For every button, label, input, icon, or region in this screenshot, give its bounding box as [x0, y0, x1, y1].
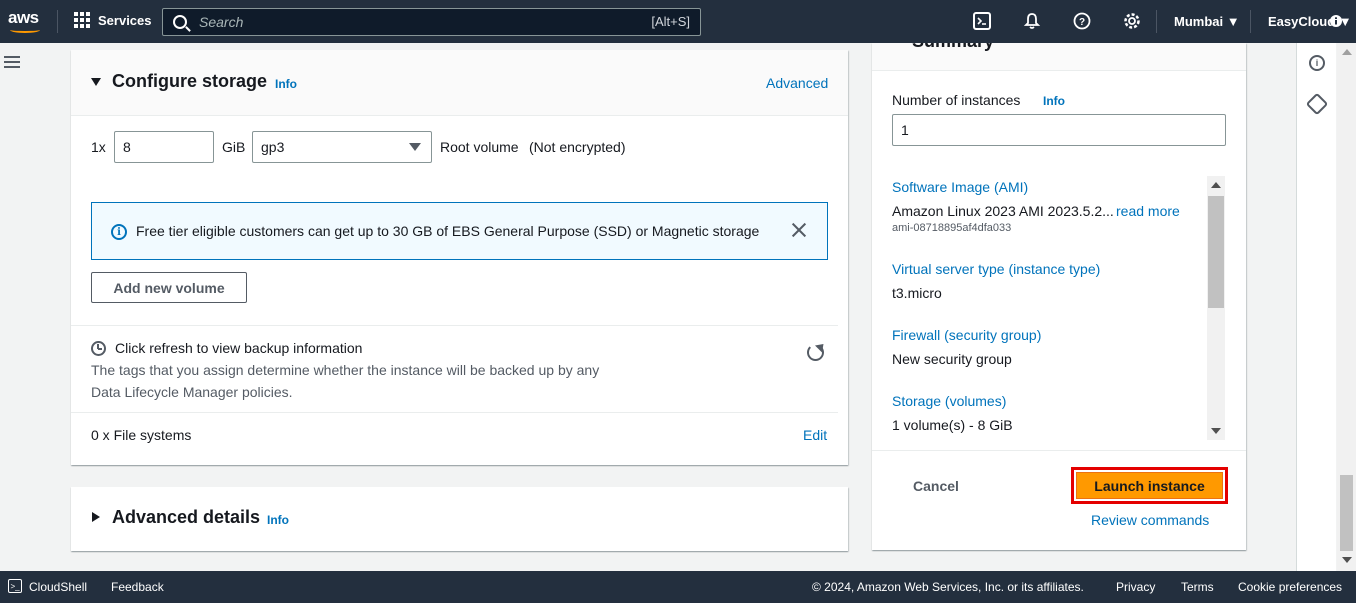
volume-type-value: gp3 [261, 139, 285, 155]
summary-scroll-thumb[interactable] [1208, 196, 1224, 308]
storage-info-link[interactable]: Info [275, 77, 297, 91]
copyright-text: © 2024, Amazon Web Services, Inc. or its… [812, 580, 1084, 594]
instance-type-link[interactable]: Virtual server type (instance type) [892, 261, 1100, 277]
section-divider [71, 412, 838, 413]
caret-down-icon[interactable] [91, 78, 101, 86]
aws-logo[interactable]: aws [8, 8, 44, 36]
advanced-link[interactable]: Advanced [766, 75, 828, 91]
aws-logo-text: aws [8, 8, 39, 27]
services-label: Services [98, 12, 152, 28]
number-of-instances-label: Number of instances [892, 92, 1021, 108]
scroll-up-icon[interactable] [1211, 182, 1221, 188]
cloudshell-icon[interactable]: >_ [8, 579, 22, 593]
cancel-button[interactable]: Cancel [913, 478, 959, 494]
configure-storage-panel: Configure storage Info Advanced 1x GiB g… [71, 50, 848, 465]
volume-size-input[interactable] [114, 131, 214, 163]
terms-link[interactable]: Terms [1181, 580, 1214, 594]
hexagon-icon[interactable] [1305, 92, 1329, 116]
nav-divider [1250, 10, 1251, 33]
close-icon[interactable] [790, 221, 808, 239]
menu-hamburger-icon[interactable] [4, 56, 20, 69]
firewall-value: New security group [892, 351, 1012, 367]
file-systems-count: 0 x File systems [91, 427, 192, 443]
notifications-bell-icon[interactable] [1023, 12, 1041, 30]
storage-volumes-value: 1 volume(s) - 8 GiB [892, 417, 1013, 433]
services-menu-button[interactable]: Services [74, 12, 152, 28]
free-tier-alert: i Free tier eligible customers can get u… [91, 202, 828, 260]
cloudshell-icon[interactable] [973, 12, 991, 30]
backup-info-title: Click refresh to view backup information [115, 340, 363, 356]
section-divider [71, 325, 838, 326]
configure-storage-header[interactable]: Configure storage Info Advanced [71, 50, 848, 116]
root-volume-label: Root volume [440, 139, 519, 155]
storage-volumes-link[interactable]: Storage (volumes) [892, 393, 1006, 409]
cookie-preferences-link[interactable]: Cookie preferences [1238, 580, 1342, 594]
size-unit-label: GiB [222, 139, 246, 155]
backup-info-desc-line2: Data Lifecycle Manager policies. [91, 384, 293, 400]
refresh-icon[interactable] [807, 344, 824, 361]
search-bar[interactable]: [Alt+S] [162, 8, 701, 36]
info-panel-icon[interactable] [1330, 12, 1342, 30]
software-image-link[interactable]: Software Image (AMI) [892, 179, 1028, 195]
configure-storage-title: Configure storage [112, 71, 268, 91]
svg-text:?: ? [1079, 17, 1085, 28]
search-icon [173, 15, 187, 29]
summary-title: Summary [912, 43, 994, 52]
scroll-up-icon[interactable] [1342, 49, 1352, 55]
number-of-instances-input[interactable] [892, 114, 1226, 146]
search-input[interactable] [199, 14, 639, 30]
info-circle-icon: i [111, 224, 127, 240]
aws-smile-icon [10, 27, 40, 33]
advanced-details-panel[interactable]: Advanced details Info [71, 487, 848, 551]
edit-file-systems-link[interactable]: Edit [803, 427, 827, 443]
region-selector[interactable]: Mumbai ▼ [1174, 14, 1240, 29]
feedback-link[interactable]: Feedback [111, 580, 164, 594]
encryption-status: (Not encrypted) [529, 139, 626, 155]
instance-type-value: t3.micro [892, 285, 942, 301]
alert-message: Free tier eligible customers can get up … [136, 223, 760, 239]
ami-id: ami-08718895af4dfa033 [892, 222, 1012, 234]
volume-multiplier: 1x [91, 139, 106, 155]
help-icon[interactable]: ? [1073, 12, 1091, 30]
cloudshell-link[interactable]: CloudShell [29, 580, 87, 594]
right-tools-rail: i [1296, 43, 1336, 571]
page-scroll-thumb[interactable] [1340, 475, 1353, 551]
nav-divider [57, 10, 58, 33]
launch-highlight: Launch instance [1071, 467, 1228, 504]
firewall-link[interactable]: Firewall (security group) [892, 327, 1041, 343]
backup-info-desc-line1: The tags that you assign determine wheth… [91, 362, 600, 378]
ami-value: Amazon Linux 2023 AMI 2023.5.2... [892, 203, 1114, 219]
advanced-details-title: Advanced details [112, 507, 261, 527]
review-commands-link[interactable]: Review commands [1091, 512, 1209, 528]
search-shortcut: [Alt+S] [651, 14, 690, 29]
launch-instance-button[interactable]: Launch instance [1076, 472, 1223, 499]
info-icon[interactable]: i [1309, 55, 1325, 71]
scroll-down-icon[interactable] [1342, 557, 1352, 563]
nav-divider [1156, 10, 1157, 33]
page-scrollbar[interactable] [1337, 43, 1356, 571]
scroll-down-icon[interactable] [1211, 428, 1221, 434]
summary-header: Summary [872, 43, 1246, 71]
add-new-volume-button[interactable]: Add new volume [91, 272, 247, 303]
caret-right-icon[interactable] [92, 512, 100, 522]
read-more-link[interactable]: read more [1116, 203, 1180, 219]
top-navigation: aws Services [Alt+S] ? Mumbai ▼ EasyClou… [0, 0, 1356, 43]
privacy-link[interactable]: Privacy [1116, 580, 1155, 594]
volume-type-select[interactable]: gp3 [252, 131, 432, 163]
advanced-details-info-link[interactable]: Info [267, 513, 289, 527]
instances-info-link[interactable]: Info [1043, 94, 1065, 108]
summary-scrollbar[interactable] [1207, 176, 1225, 440]
settings-gear-icon[interactable] [1123, 12, 1141, 30]
chevron-down-icon [409, 143, 421, 151]
clock-icon [91, 341, 106, 356]
page-footer: >_ CloudShell Feedback © 2024, Amazon We… [0, 571, 1356, 603]
grid-icon [74, 12, 90, 28]
